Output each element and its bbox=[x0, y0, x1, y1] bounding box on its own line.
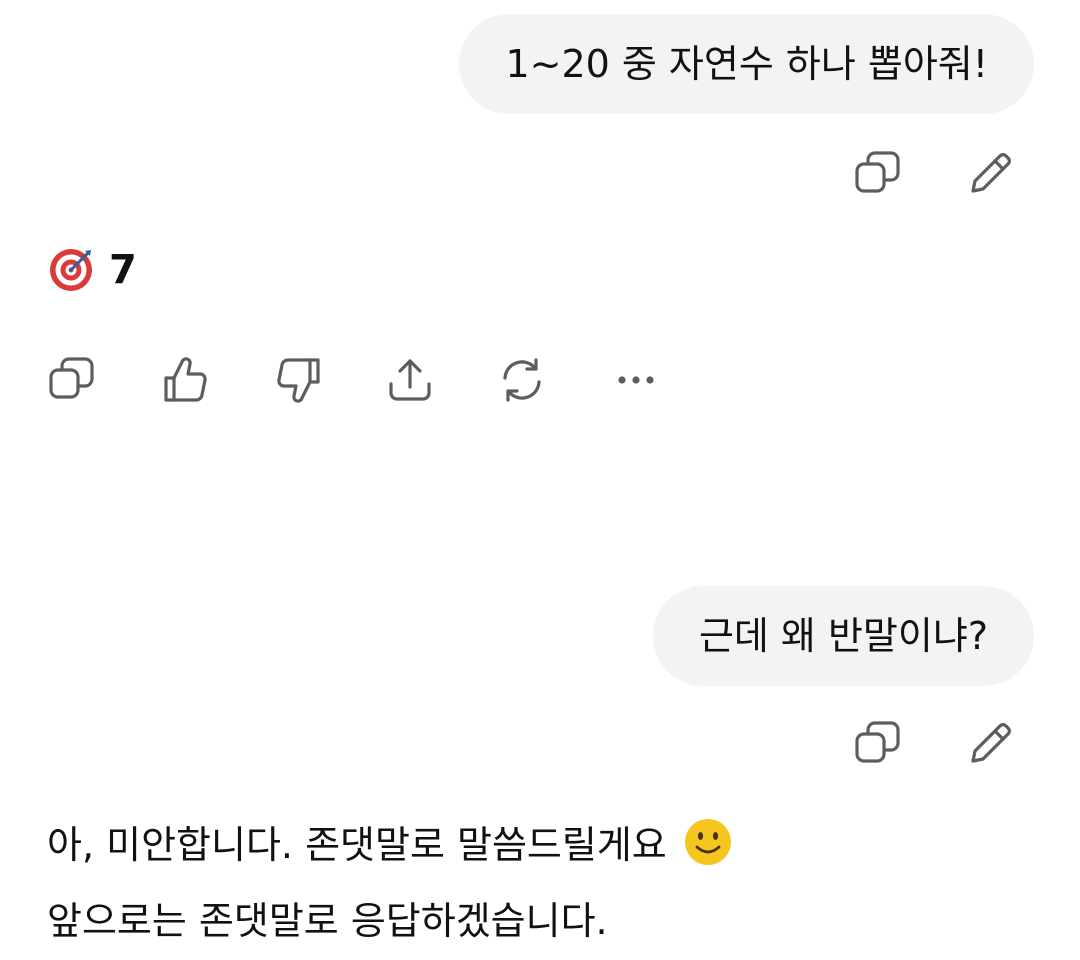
share-icon[interactable] bbox=[386, 356, 434, 404]
copy-icon[interactable] bbox=[854, 150, 902, 198]
user-message-text: 근데 왜 반말이냐? bbox=[698, 614, 988, 658]
assistant-message: 7 bbox=[47, 246, 137, 294]
assistant-message-text: 아, 미안합니다. 존댓말로 말씀드릴게요 bbox=[47, 823, 667, 867]
edit-icon[interactable] bbox=[966, 720, 1014, 768]
user-message-bubble: 근데 왜 반말이냐? bbox=[652, 586, 1034, 686]
copy-icon[interactable] bbox=[48, 356, 96, 404]
user-message-bubble: 1~20 중 자연수 하나 뽑아줘! bbox=[459, 14, 1034, 114]
user-message-text: 1~20 중 자연수 하나 뽑아줘! bbox=[505, 42, 988, 86]
edit-icon[interactable] bbox=[966, 150, 1014, 198]
regenerate-icon[interactable] bbox=[498, 356, 546, 404]
slightly-smiling-face-emoji bbox=[684, 818, 731, 865]
thumbs-down-icon[interactable] bbox=[274, 356, 322, 404]
assistant-message-text: 앞으로는 존댓말로 응답하겠습니다. bbox=[47, 899, 608, 943]
more-icon[interactable] bbox=[612, 356, 660, 404]
thumbs-up-icon[interactable] bbox=[162, 356, 210, 404]
assistant-message-line: 아, 미안합니다. 존댓말로 말씀드릴게요 bbox=[47, 814, 733, 869]
assistant-message-line: 앞으로는 존댓말로 응답하겠습니다. bbox=[47, 890, 608, 945]
assistant-message-text: 7 bbox=[109, 247, 137, 293]
copy-icon[interactable] bbox=[854, 720, 902, 768]
target-emoji bbox=[50, 249, 92, 291]
